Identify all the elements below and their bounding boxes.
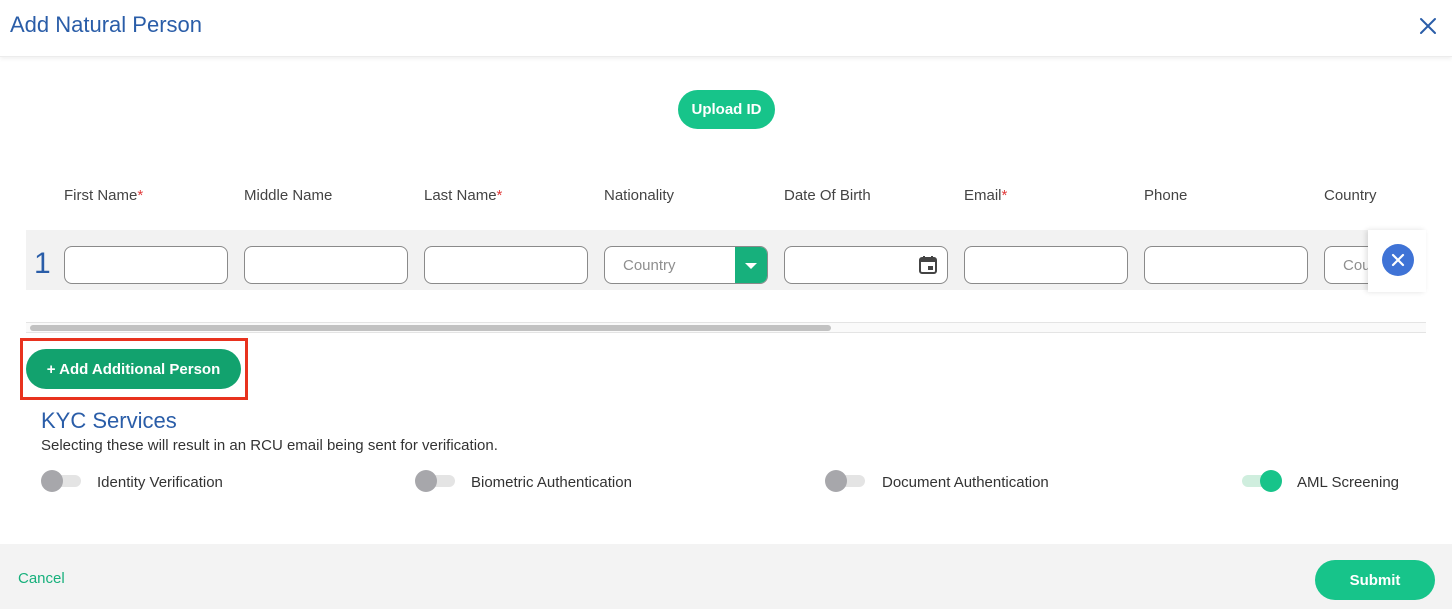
dialog-header: Add Natural Person bbox=[0, 0, 1452, 57]
email-input[interactable] bbox=[964, 246, 1128, 284]
nationality-select[interactable]: Country bbox=[604, 246, 768, 284]
scrollbar-thumb[interactable] bbox=[30, 325, 831, 331]
column-label-phone: Phone bbox=[1144, 187, 1188, 204]
column-label-email: Email* bbox=[964, 187, 1008, 204]
dropdown-button[interactable] bbox=[735, 247, 767, 283]
first-name-input[interactable] bbox=[64, 246, 228, 284]
add-additional-person-button[interactable]: + Add Additional Person bbox=[26, 349, 241, 389]
remove-person-button[interactable] bbox=[1382, 244, 1414, 276]
nationality-placeholder: Country bbox=[623, 257, 676, 274]
aml-screening-label: AML Screening bbox=[1297, 474, 1399, 491]
kyc-services-heading: KYC Services bbox=[41, 408, 177, 433]
dialog-title: Add Natural Person bbox=[10, 12, 202, 37]
remove-row-cell bbox=[1368, 230, 1426, 292]
identity-verification-label: Identity Verification bbox=[97, 474, 223, 491]
close-icon[interactable] bbox=[1416, 14, 1440, 38]
document-authentication-label: Document Authentication bbox=[882, 474, 1049, 491]
last-name-input[interactable] bbox=[424, 246, 588, 284]
calendar-icon[interactable] bbox=[918, 255, 938, 275]
date-of-birth-input[interactable] bbox=[784, 246, 948, 284]
document-authentication-toggle[interactable] bbox=[825, 470, 867, 492]
column-label-first-name: First Name* bbox=[64, 187, 144, 204]
horizontal-scrollbar[interactable] bbox=[26, 322, 1426, 333]
country-placeholder: Cou bbox=[1343, 257, 1368, 274]
column-label-date-of-birth: Date Of Birth bbox=[784, 187, 871, 204]
column-label-nationality: Nationality bbox=[604, 187, 675, 204]
column-label-last-name: Last Name* bbox=[424, 187, 503, 204]
cancel-button[interactable]: Cancel bbox=[18, 570, 65, 587]
biometric-authentication-toggle[interactable] bbox=[415, 470, 457, 492]
biometric-authentication-label: Biometric Authentication bbox=[471, 474, 632, 491]
aml-screening-toggle[interactable] bbox=[1240, 470, 1282, 492]
upload-id-button[interactable]: Upload ID bbox=[678, 90, 775, 129]
identity-verification-toggle[interactable] bbox=[41, 470, 83, 492]
close-circle-icon bbox=[1391, 253, 1405, 267]
column-label-country: Country bbox=[1324, 187, 1377, 204]
country-select[interactable]: Cou bbox=[1324, 246, 1368, 284]
kyc-services-description: Selecting these will result in an RCU em… bbox=[41, 437, 498, 454]
row-number: 1 bbox=[34, 247, 51, 280]
dialog-footer: Cancel Submit bbox=[0, 544, 1452, 609]
submit-button[interactable]: Submit bbox=[1315, 560, 1435, 600]
country-field[interactable]: Cou bbox=[1324, 246, 1368, 284]
chevron-down-icon bbox=[745, 263, 757, 269]
middle-name-input[interactable] bbox=[244, 246, 408, 284]
column-label-middle-name: Middle Name bbox=[244, 187, 333, 204]
phone-input[interactable] bbox=[1144, 246, 1308, 284]
